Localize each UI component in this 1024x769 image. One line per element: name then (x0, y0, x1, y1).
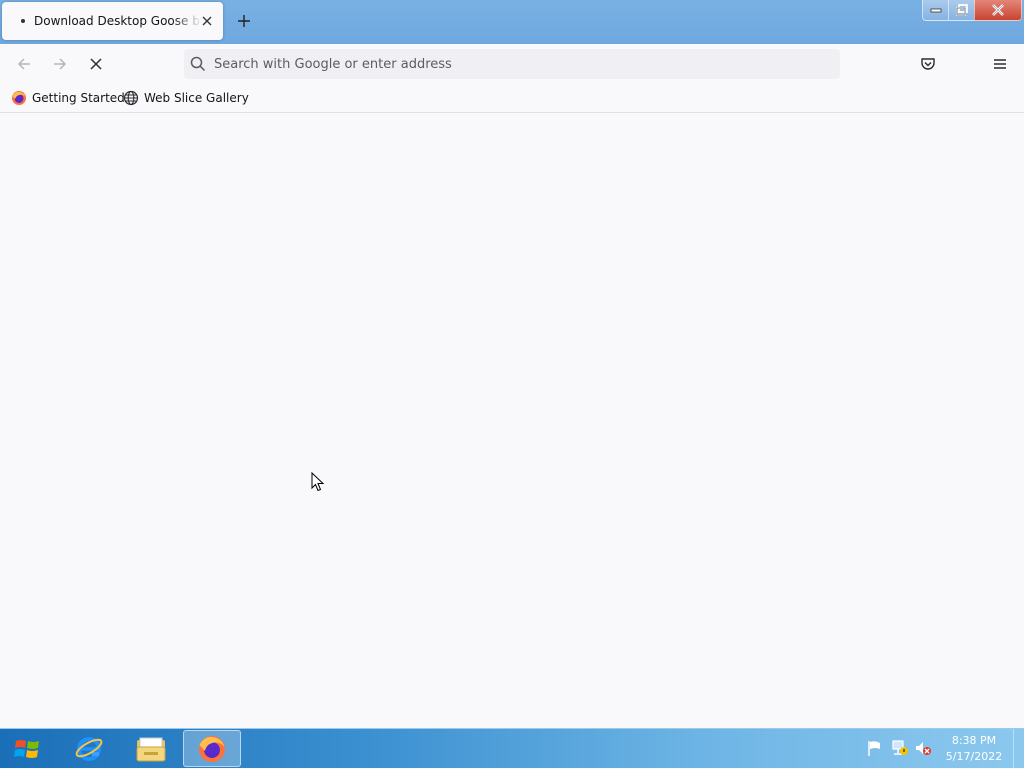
search-icon (190, 56, 206, 72)
pocket-icon (921, 58, 935, 70)
restore-button[interactable] (948, 0, 976, 21)
taskbar: 8:38 PM 5/17/2022 (0, 728, 1024, 769)
search-input[interactable] (214, 49, 814, 79)
clock-time: 8:38 PM (951, 734, 997, 747)
taskbar-internet-explorer[interactable] (60, 730, 118, 767)
back-arrow-icon (17, 58, 30, 70)
action-center-flag-icon[interactable] (866, 739, 882, 757)
back-button[interactable] (8, 48, 40, 80)
tab-close-icon[interactable] (199, 13, 215, 29)
bookmark-web-slice-gallery[interactable]: Web Slice Gallery (123, 89, 249, 107)
taskbar-file-explorer[interactable] (122, 730, 180, 767)
close-window-button[interactable] (974, 0, 1022, 21)
windows-logo-icon (14, 740, 39, 758)
app-menu-button[interactable] (984, 48, 1016, 80)
forward-button[interactable] (44, 48, 76, 80)
bookmark-getting-started[interactable]: Getting Started (11, 89, 125, 107)
taskbar-firefox[interactable] (183, 730, 241, 767)
bookmarks-toolbar: Getting Started Web Slice Gallery (0, 84, 1024, 113)
nav-bar (0, 44, 1024, 84)
pocket-button[interactable] (912, 48, 944, 80)
globe-icon (123, 90, 139, 106)
tab-title: Download Desktop Goose by samperson (34, 14, 202, 28)
loading-dot-icon (21, 19, 25, 23)
stop-icon (90, 58, 102, 70)
internet-explorer-icon (75, 736, 103, 761)
firefox-icon (12, 91, 26, 105)
start-button[interactable] (4, 730, 50, 768)
bookmark-label: Getting Started (32, 91, 125, 105)
firefox-icon (199, 735, 225, 762)
minimize-button[interactable] (922, 0, 950, 21)
tab-strip: Download Desktop Goose by samperson (0, 0, 1024, 44)
mouse-cursor-icon (311, 472, 325, 492)
bookmark-label: Web Slice Gallery (144, 91, 249, 105)
address-bar[interactable] (184, 49, 840, 79)
new-tab-button[interactable] (234, 11, 254, 31)
page-content (0, 113, 1024, 728)
clock-date: 5/17/2022 (945, 750, 1003, 763)
volume-muted-icon[interactable] (914, 739, 932, 757)
network-icon[interactable] (891, 739, 909, 757)
stop-button[interactable] (80, 48, 112, 80)
system-clock[interactable]: 8:38 PM 5/17/2022 (940, 733, 1008, 765)
tab-active[interactable]: Download Desktop Goose by samperson (2, 2, 223, 40)
show-desktop-button[interactable] (1013, 729, 1024, 769)
hamburger-menu-icon (994, 59, 1006, 69)
forward-arrow-icon (54, 58, 67, 70)
folder-icon (136, 737, 166, 761)
